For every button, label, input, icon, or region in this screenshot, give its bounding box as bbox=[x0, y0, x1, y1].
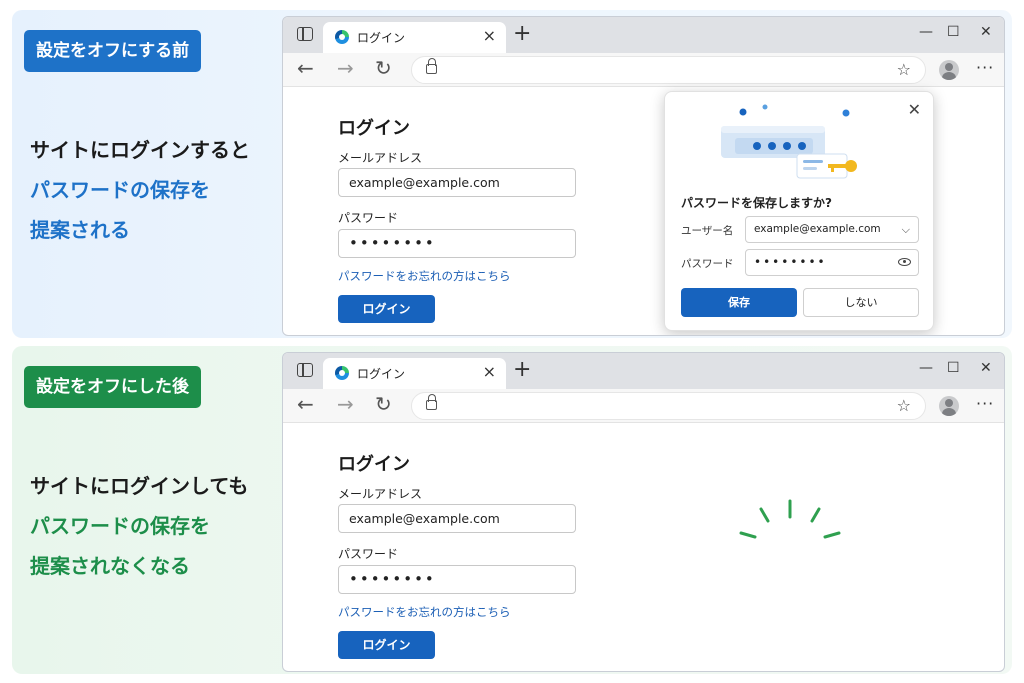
tab-close-icon[interactable]: × bbox=[483, 26, 496, 45]
after-panel: 設定をオフにした後 サイトにログインしても パスワードの保存を 提案されなくなる… bbox=[12, 346, 1012, 674]
after-caption-line2: パスワードの保存を bbox=[30, 514, 210, 538]
emphasis-lines-icon bbox=[739, 499, 841, 539]
before-caption: サイトにログインすると パスワードの保存を 提案される bbox=[30, 130, 250, 250]
tab-close-icon[interactable]: × bbox=[483, 362, 496, 381]
tab-login[interactable]: ログイン × bbox=[323, 358, 506, 389]
new-tab-button[interactable]: + bbox=[513, 23, 531, 45]
after-caption: サイトにログインしても パスワードの保存を 提案されなくなる bbox=[30, 466, 248, 586]
reload-icon[interactable]: ↻ bbox=[375, 57, 392, 79]
forgot-password-link[interactable]: パスワードをお忘れの方はこちら bbox=[338, 604, 511, 620]
email-field[interactable]: example@example.com bbox=[338, 168, 576, 197]
address-bar[interactable]: ☆ bbox=[411, 56, 926, 84]
password-field[interactable]: •••••••• bbox=[338, 565, 576, 594]
toolbar: ← → ↻ ☆ ··· bbox=[283, 389, 1004, 423]
after-caption-line3: 提案されなくなる bbox=[30, 554, 190, 578]
password-illustration-icon bbox=[721, 104, 857, 179]
browser-window-after: ログイン × + — ☐ ✕ ← → ↻ ☆ ··· ログイン メールアドレス … bbox=[282, 352, 1005, 672]
tab-login[interactable]: ログイン × bbox=[323, 22, 506, 53]
login-button[interactable]: ログイン bbox=[338, 295, 435, 323]
more-menu-icon[interactable]: ··· bbox=[976, 394, 994, 413]
eye-icon[interactable] bbox=[898, 258, 911, 266]
popup-password-label: パスワード bbox=[681, 258, 734, 270]
more-menu-icon[interactable]: ··· bbox=[976, 58, 994, 77]
popup-username-select[interactable]: example@example.com ⌵ bbox=[745, 216, 919, 243]
before-caption-line2: パスワードの保存を bbox=[30, 178, 210, 202]
popup-username-value: example@example.com bbox=[754, 223, 881, 235]
tab-bar: ログイン × + — ☐ ✕ bbox=[283, 353, 1004, 389]
popup-password-value: •••••••• bbox=[754, 255, 827, 269]
dont-save-button[interactable]: しない bbox=[803, 288, 919, 317]
browser-window-before: ログイン × + — ☐ ✕ ← → ↻ ☆ ··· ログイン メールアドレス … bbox=[282, 16, 1005, 336]
popup-username-label: ユーザー名 bbox=[681, 225, 734, 237]
page-content: ログイン メールアドレス example@example.com パスワード •… bbox=[283, 423, 1004, 671]
profile-icon[interactable] bbox=[939, 396, 959, 416]
email-label: メールアドレス bbox=[338, 487, 423, 501]
reload-icon[interactable]: ↻ bbox=[375, 393, 392, 415]
window-close-icon[interactable]: ✕ bbox=[980, 360, 992, 376]
profile-icon[interactable] bbox=[939, 60, 959, 80]
save-password-popup: ✕ パスワードを保存しますか? ユーザー名 example@example.co… bbox=[664, 91, 934, 331]
tab-bar: ログイン × + — ☐ ✕ bbox=[283, 17, 1004, 53]
email-label: メールアドレス bbox=[338, 151, 423, 165]
favorites-icon[interactable]: ☆ bbox=[897, 396, 911, 415]
password-label: パスワード bbox=[338, 547, 399, 561]
edge-icon bbox=[335, 366, 349, 380]
before-panel: 設定をオフにする前 サイトにログインすると パスワードの保存を 提案される ログ… bbox=[12, 10, 1012, 338]
forward-icon[interactable]: → bbox=[337, 57, 354, 79]
forgot-password-link[interactable]: パスワードをお忘れの方はこちら bbox=[338, 268, 511, 284]
sidebar-toggle-icon[interactable] bbox=[297, 363, 313, 377]
sidebar-toggle-icon[interactable] bbox=[297, 27, 313, 41]
before-badge: 設定をオフにする前 bbox=[24, 30, 202, 72]
login-title: ログイン bbox=[338, 118, 410, 139]
toolbar: ← → ↻ ☆ ··· bbox=[283, 53, 1004, 87]
chevron-down-icon: ⌵ bbox=[901, 223, 910, 236]
password-field[interactable]: •••••••• bbox=[338, 229, 576, 258]
minimize-icon[interactable]: — bbox=[919, 360, 933, 376]
back-icon[interactable]: ← bbox=[297, 393, 314, 415]
new-tab-button[interactable]: + bbox=[513, 359, 531, 381]
maximize-icon[interactable]: ☐ bbox=[947, 360, 960, 376]
email-field[interactable]: example@example.com bbox=[338, 504, 576, 533]
after-badge: 設定をオフにした後 bbox=[24, 366, 201, 408]
minimize-icon[interactable]: — bbox=[919, 24, 933, 40]
favorites-icon[interactable]: ☆ bbox=[897, 60, 911, 79]
popup-close-icon[interactable]: ✕ bbox=[908, 100, 921, 119]
before-caption-line1: サイトにログインすると bbox=[30, 138, 250, 162]
lock-icon[interactable] bbox=[426, 58, 437, 74]
login-title: ログイン bbox=[338, 454, 410, 475]
tab-title: ログイン bbox=[357, 31, 406, 45]
address-bar[interactable]: ☆ bbox=[411, 392, 926, 420]
tab-title: ログイン bbox=[357, 367, 406, 381]
before-caption-line3: 提案される bbox=[30, 218, 130, 242]
save-button[interactable]: 保存 bbox=[681, 288, 797, 317]
login-button[interactable]: ログイン bbox=[338, 631, 435, 659]
popup-password-field[interactable]: •••••••• bbox=[745, 249, 919, 276]
lock-icon[interactable] bbox=[426, 394, 437, 410]
after-caption-line1: サイトにログインしても bbox=[30, 474, 249, 498]
maximize-icon[interactable]: ☐ bbox=[947, 24, 960, 40]
password-label: パスワード bbox=[338, 211, 399, 225]
popup-title: パスワードを保存しますか? bbox=[681, 196, 832, 210]
back-icon[interactable]: ← bbox=[297, 57, 314, 79]
window-close-icon[interactable]: ✕ bbox=[980, 24, 992, 40]
forward-icon[interactable]: → bbox=[337, 393, 354, 415]
edge-icon bbox=[335, 30, 349, 44]
